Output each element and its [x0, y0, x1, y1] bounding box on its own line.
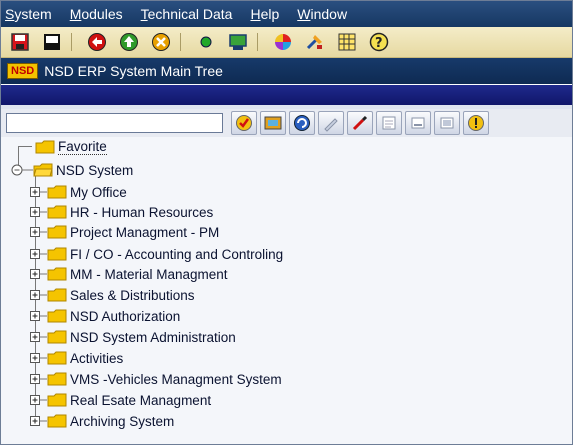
menu-modules[interactable]: Modules: [70, 6, 123, 22]
folder-icon: [47, 205, 67, 219]
tools-icon[interactable]: [302, 30, 328, 54]
page-title: NSD ERP System Main Tree: [44, 63, 223, 79]
svg-text:?: ?: [375, 36, 383, 51]
menu-window[interactable]: Window: [297, 6, 347, 22]
tree-node-label: Archiving System: [70, 413, 175, 429]
folder-icon: [35, 140, 55, 154]
display-icon[interactable]: [260, 111, 286, 135]
page-icon[interactable]: [376, 111, 402, 135]
nsd-logo: NSD: [7, 63, 39, 79]
expand-icon[interactable]: [29, 309, 47, 323]
status-dot-icon[interactable]: [193, 30, 219, 54]
command-field[interactable]: [6, 113, 223, 133]
tree-node-label: Real Esate Managment: [70, 392, 212, 408]
tree-node-item[interactable]: Real Esate Managment: [29, 391, 211, 409]
expand-icon[interactable]: [29, 205, 47, 219]
tree-node-item[interactable]: HR - Human Resources: [29, 203, 213, 221]
save-icon[interactable]: [7, 30, 33, 54]
print-icon[interactable]: [225, 30, 251, 54]
application-toolbar: [1, 109, 572, 137]
toolbar-separator: [180, 33, 181, 51]
refresh-icon[interactable]: [289, 111, 315, 135]
expand-icon[interactable]: [29, 330, 47, 344]
tree-node-item[interactable]: MM - Material Managment: [29, 265, 228, 283]
tree-connector: [18, 146, 32, 147]
tree-node-label: NSD System: [56, 162, 134, 178]
help-icon[interactable]: ?: [366, 30, 392, 54]
tree-node-item[interactable]: Sales & Distributions: [29, 286, 195, 304]
edit-icon[interactable]: [318, 111, 344, 135]
tree-node-item[interactable]: VMS -Vehicles Managment System: [29, 370, 282, 388]
toolbar-separator: [71, 33, 72, 51]
system-toolbar: ?: [1, 27, 572, 58]
expand-icon[interactable]: [29, 267, 47, 281]
layout-icon[interactable]: [334, 30, 360, 54]
menu-help[interactable]: Help: [250, 6, 279, 22]
folder-icon: [47, 225, 67, 239]
tree-node-item[interactable]: Activities: [29, 349, 123, 367]
tree-node-label: FI / CO - Accounting and Controling: [70, 246, 284, 262]
new-document-icon[interactable]: [39, 30, 65, 54]
folder-icon: [47, 351, 67, 365]
folder-icon: [47, 288, 67, 302]
title-bar: NSD NSD ERP System Main Tree: [1, 58, 572, 84]
tree-node-item[interactable]: My Office: [29, 183, 127, 201]
tree-node-label: Activities: [70, 350, 124, 366]
cancel-icon[interactable]: [148, 30, 174, 54]
exit-icon[interactable]: [116, 30, 142, 54]
tree-node-item[interactable]: Project Managment - PM: [29, 223, 219, 241]
expand-icon[interactable]: [29, 351, 47, 365]
folder-icon: [47, 414, 67, 428]
expand-icon[interactable]: [29, 225, 47, 239]
folder-icon: [47, 330, 67, 344]
folder-icon: [47, 185, 67, 199]
tree-node-root[interactable]: NSD System: [11, 161, 133, 179]
expand-icon[interactable]: [29, 247, 47, 261]
expand-icon[interactable]: [29, 288, 47, 302]
warning-icon[interactable]: [463, 111, 489, 135]
expand-icon[interactable]: [29, 185, 47, 199]
check-icon[interactable]: [231, 111, 257, 135]
folder-icon: [47, 267, 67, 281]
tree-node-label: HR - Human Resources: [70, 204, 214, 220]
menu-technical-data[interactable]: Technical Data: [141, 6, 233, 22]
folder-icon: [47, 247, 67, 261]
folder-icon: [47, 309, 67, 323]
toolbar-separator: [257, 33, 258, 51]
folder-icon: [47, 372, 67, 386]
collapse-icon[interactable]: [11, 163, 33, 177]
expand-icon[interactable]: [29, 414, 47, 428]
tree-node-favorite[interactable]: Favorite: [35, 138, 107, 156]
menu-system[interactable]: System: [5, 6, 52, 22]
tree-node-label: Project Managment - PM: [70, 224, 220, 240]
app-window: System Modules Technical Data Help Windo…: [0, 0, 573, 445]
tree-node-label: My Office: [70, 184, 127, 200]
tree-node-item[interactable]: NSD Authorization: [29, 307, 180, 325]
maximize-icon[interactable]: [434, 111, 460, 135]
tree-node-item[interactable]: NSD System Administration: [29, 328, 236, 346]
folder-icon: [47, 393, 67, 407]
tree-node-item[interactable]: Archiving System: [29, 412, 174, 430]
color-palette-icon[interactable]: [270, 30, 296, 54]
tree-node-label: NSD Authorization: [70, 308, 181, 324]
menu-bar: System Modules Technical Data Help Windo…: [1, 1, 572, 27]
back-icon[interactable]: [84, 30, 110, 54]
expand-icon[interactable]: [29, 372, 47, 386]
main-tree: Favorite NSD System My Office HR - Human …: [1, 137, 572, 444]
header-band: [1, 85, 572, 105]
expand-icon[interactable]: [29, 393, 47, 407]
tree-node-label: Favorite: [58, 139, 107, 155]
tree-node-label: VMS -Vehicles Managment System: [70, 371, 282, 387]
tree-node-item[interactable]: FI / CO - Accounting and Controling: [29, 245, 283, 263]
tree-node-label: MM - Material Managment: [70, 266, 228, 282]
tree-node-label: Sales & Distributions: [70, 287, 195, 303]
tree-node-label: NSD System Administration: [70, 329, 236, 345]
minimize-icon[interactable]: [405, 111, 431, 135]
open-folder-icon: [33, 163, 53, 177]
pencil-icon[interactable]: [347, 111, 373, 135]
